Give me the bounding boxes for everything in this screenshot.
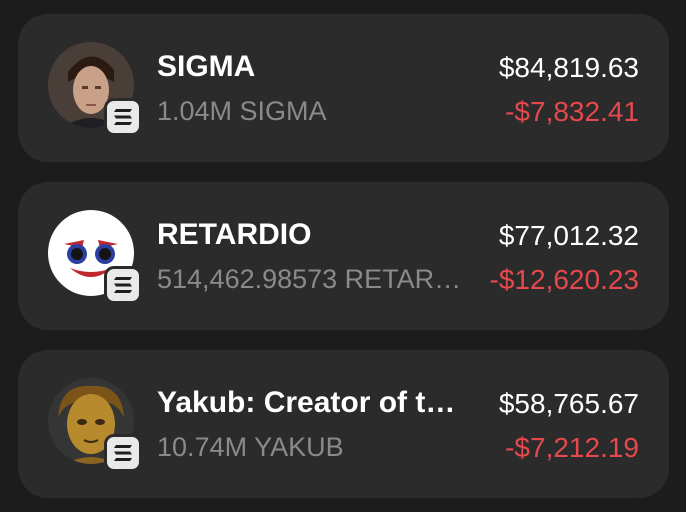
token-amount: 10.74M YAKUB (157, 432, 344, 462)
token-avatar (48, 42, 142, 136)
token-change: -$12,620.23 (489, 264, 639, 295)
token-row-retardio[interactable]: RETARDIO 514,462.98573 RETAR… $77,012.32… (18, 182, 669, 330)
solana-icon (104, 434, 142, 472)
solana-icon (104, 98, 142, 136)
token-value: $77,012.32 (498, 220, 639, 251)
token-value: $84,819.63 (498, 52, 639, 83)
token-name: Yakub: Creator of t… (157, 386, 456, 419)
token-name: RETARDIO (157, 218, 312, 251)
token-list: SIGMA 1.04M SIGMA $84,819.63 -$7,832.41 (0, 0, 686, 512)
token-row-sigma[interactable]: SIGMA 1.04M SIGMA $84,819.63 -$7,832.41 (18, 14, 669, 162)
token-avatar (48, 210, 142, 304)
token-change: -$7,832.41 (505, 96, 639, 127)
token-row-yakub[interactable]: Yakub: Creator of t… 10.74M YAKUB $58,76… (18, 350, 669, 498)
token-change: -$7,212.19 (505, 432, 639, 463)
token-amount: 1.04M SIGMA (157, 96, 327, 126)
token-avatar (48, 378, 142, 472)
token-amount: 514,462.98573 RETAR… (157, 264, 462, 294)
token-value: $58,765.67 (498, 388, 639, 419)
solana-icon (104, 266, 142, 304)
token-name: SIGMA (157, 50, 256, 83)
